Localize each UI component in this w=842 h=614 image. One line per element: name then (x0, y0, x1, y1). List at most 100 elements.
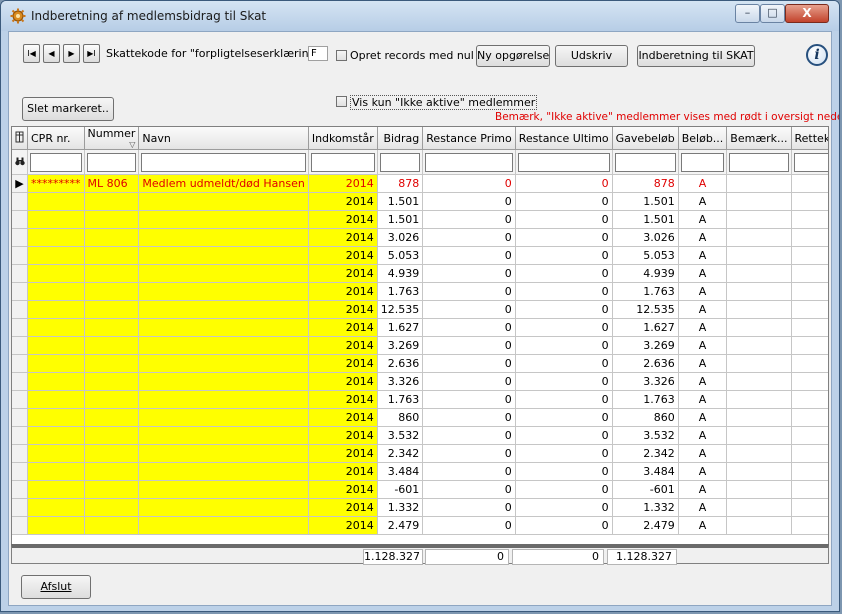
grid-cell-gavebelob[interactable]: 1.763 (612, 282, 679, 301)
column-header-indkomstaar[interactable]: Indkomstår (308, 127, 378, 150)
grid-cell-bemaerk[interactable] (726, 246, 792, 265)
grid-cell-bemaerk[interactable] (726, 444, 792, 463)
grid-cell-rettek[interactable]: 0 (791, 372, 828, 391)
grid-cell-restance-primo[interactable]: 0 (422, 390, 516, 409)
table-row[interactable]: 20145.053005.053A0 (12, 246, 828, 265)
grid-cell-bemaerk[interactable] (726, 336, 792, 355)
row-selector[interactable] (12, 444, 28, 463)
grid-cell-restance-ultimo[interactable]: 0 (515, 318, 613, 337)
grid-cell-belob[interactable]: A (678, 246, 728, 265)
grid-cell-belob[interactable]: A (678, 210, 728, 229)
row-selector[interactable] (12, 282, 28, 301)
grid-cell-bidrag[interactable]: -601 (377, 480, 424, 499)
grid-cell-rettek[interactable]: 0 (791, 408, 828, 427)
grid-cell-rettek[interactable]: 0 (791, 228, 828, 247)
grid-cell-rettek[interactable]: 0 (791, 480, 828, 499)
previous-record-button[interactable]: ◀ (43, 44, 60, 63)
grid-cell-belob[interactable]: A (678, 480, 728, 499)
grid-cell-belob[interactable]: A (678, 192, 728, 211)
grid-cell-gavebelob[interactable]: 1.501 (612, 192, 679, 211)
grid-cell-nummer[interactable]: ML 806 (84, 174, 140, 193)
grid-cell-indkomstaar[interactable]: 2014 (308, 318, 378, 337)
grid-cell-navn[interactable] (138, 498, 309, 517)
row-selector[interactable] (12, 228, 28, 247)
grid-cell-bemaerk[interactable] (726, 192, 792, 211)
grid-cell-rettek[interactable]: 0 (791, 264, 828, 283)
grid-cell-indkomstaar[interactable]: 2014 (308, 426, 378, 445)
column-header-restance-primo[interactable]: Restance Primo (422, 127, 516, 150)
grid-cell-bemaerk[interactable] (726, 390, 792, 409)
grid-cell-bemaerk[interactable] (726, 210, 792, 229)
grid-cell-bidrag[interactable]: 1.627 (377, 318, 424, 337)
grid-cell-bidrag[interactable]: 1.501 (377, 192, 424, 211)
grid-cell-cpr[interactable] (27, 354, 85, 373)
grid-cell-bidrag[interactable]: 878 (377, 174, 424, 193)
grid-cell-cpr[interactable] (27, 480, 85, 499)
grid-cell-cpr[interactable] (27, 408, 85, 427)
grid-cell-cpr[interactable] (27, 426, 85, 445)
column-header-rettek[interactable]: Rettek... (791, 127, 828, 150)
grid-cell-indkomstaar[interactable]: 2014 (308, 246, 378, 265)
grid-cell-navn[interactable]: Medlem udmeldt/død Hansen (138, 174, 309, 193)
grid-cell-navn[interactable] (138, 246, 309, 265)
grid-cell-belob[interactable]: A (678, 444, 728, 463)
grid-cell-restance-ultimo[interactable]: 0 (515, 372, 613, 391)
table-row[interactable]: 20143.269003.269A0 (12, 336, 828, 355)
grid-cell-indkomstaar[interactable]: 2014 (308, 516, 378, 535)
filter-restance-primo-input[interactable] (425, 152, 513, 172)
grid-cell-restance-ultimo[interactable]: 0 (515, 498, 613, 517)
grid-cell-restance-primo[interactable]: 0 (422, 192, 516, 211)
new-statement-button[interactable]: Ny opgørelse (476, 45, 550, 67)
grid-cell-cpr[interactable]: ********* (27, 174, 85, 193)
grid-cell-indkomstaar[interactable]: 2014 (308, 372, 378, 391)
grid-cell-bemaerk[interactable] (726, 282, 792, 301)
row-selector[interactable] (12, 426, 28, 445)
maximize-button[interactable]: □ (760, 4, 785, 23)
grid-cell-navn[interactable] (138, 390, 309, 409)
grid-cell-nummer[interactable] (84, 300, 140, 319)
grid-cell-cpr[interactable] (27, 372, 85, 391)
grid-cell-restance-primo[interactable]: 0 (422, 516, 516, 535)
grid-cell-cpr[interactable] (27, 246, 85, 265)
grid-cell-navn[interactable] (138, 318, 309, 337)
grid-cell-rettek[interactable]: 0 (791, 300, 828, 319)
grid-cell-bemaerk[interactable] (726, 516, 792, 535)
grid-cell-gavebelob[interactable]: 3.026 (612, 228, 679, 247)
filter-rettek-input[interactable] (793, 152, 828, 172)
table-row[interactable]: 20141.763001.763A0 (12, 282, 828, 301)
grid-cell-restance-primo[interactable]: 0 (422, 282, 516, 301)
grid-cell-restance-ultimo[interactable]: 0 (515, 210, 613, 229)
grid-cell-indkomstaar[interactable]: 2014 (308, 444, 378, 463)
grid-cell-gavebelob[interactable]: 2.479 (612, 516, 679, 535)
grid-cell-cpr[interactable] (27, 264, 85, 283)
row-selector[interactable] (12, 498, 28, 517)
grid-cell-nummer[interactable] (84, 426, 140, 445)
grid-cell-restance-ultimo[interactable]: 0 (515, 516, 613, 535)
table-row[interactable]: 20141.501001.501A0 (12, 192, 828, 211)
table-row[interactable]: 201486000860A0 (12, 408, 828, 427)
row-selector[interactable] (12, 480, 28, 499)
grid-cell-navn[interactable] (138, 282, 309, 301)
grid-cell-indkomstaar[interactable]: 2014 (308, 498, 378, 517)
grid-cell-nummer[interactable] (84, 336, 140, 355)
grid-cell-bemaerk[interactable] (726, 354, 792, 373)
grid-cell-navn[interactable] (138, 462, 309, 481)
grid-cell-restance-primo[interactable]: 0 (422, 264, 516, 283)
table-row[interactable]: 20143.026003.026A0 (12, 228, 828, 247)
grid-cell-gavebelob[interactable]: 12.535 (612, 300, 679, 319)
table-row[interactable]: 20142.636002.636A0 (12, 354, 828, 373)
grid-cell-restance-ultimo[interactable]: 0 (515, 426, 613, 445)
grid-cell-rettek[interactable]: 0 (791, 336, 828, 355)
grid-cell-gavebelob[interactable]: 3.532 (612, 426, 679, 445)
grid-cell-indkomstaar[interactable]: 2014 (308, 408, 378, 427)
column-header-navn[interactable]: Navn (138, 127, 309, 150)
grid-cell-restance-primo[interactable]: 0 (422, 300, 516, 319)
filter-nummer-input[interactable] (86, 152, 137, 172)
grid-cell-gavebelob[interactable]: 1.763 (612, 390, 679, 409)
grid-cell-nummer[interactable] (84, 516, 140, 535)
grid-cell-indkomstaar[interactable]: 2014 (308, 354, 378, 373)
table-row[interactable]: 20143.326003.326A0 (12, 372, 828, 391)
row-selector[interactable] (12, 318, 28, 337)
grid-cell-cpr[interactable] (27, 444, 85, 463)
table-row[interactable]: 20142.342002.342A0 (12, 444, 828, 463)
